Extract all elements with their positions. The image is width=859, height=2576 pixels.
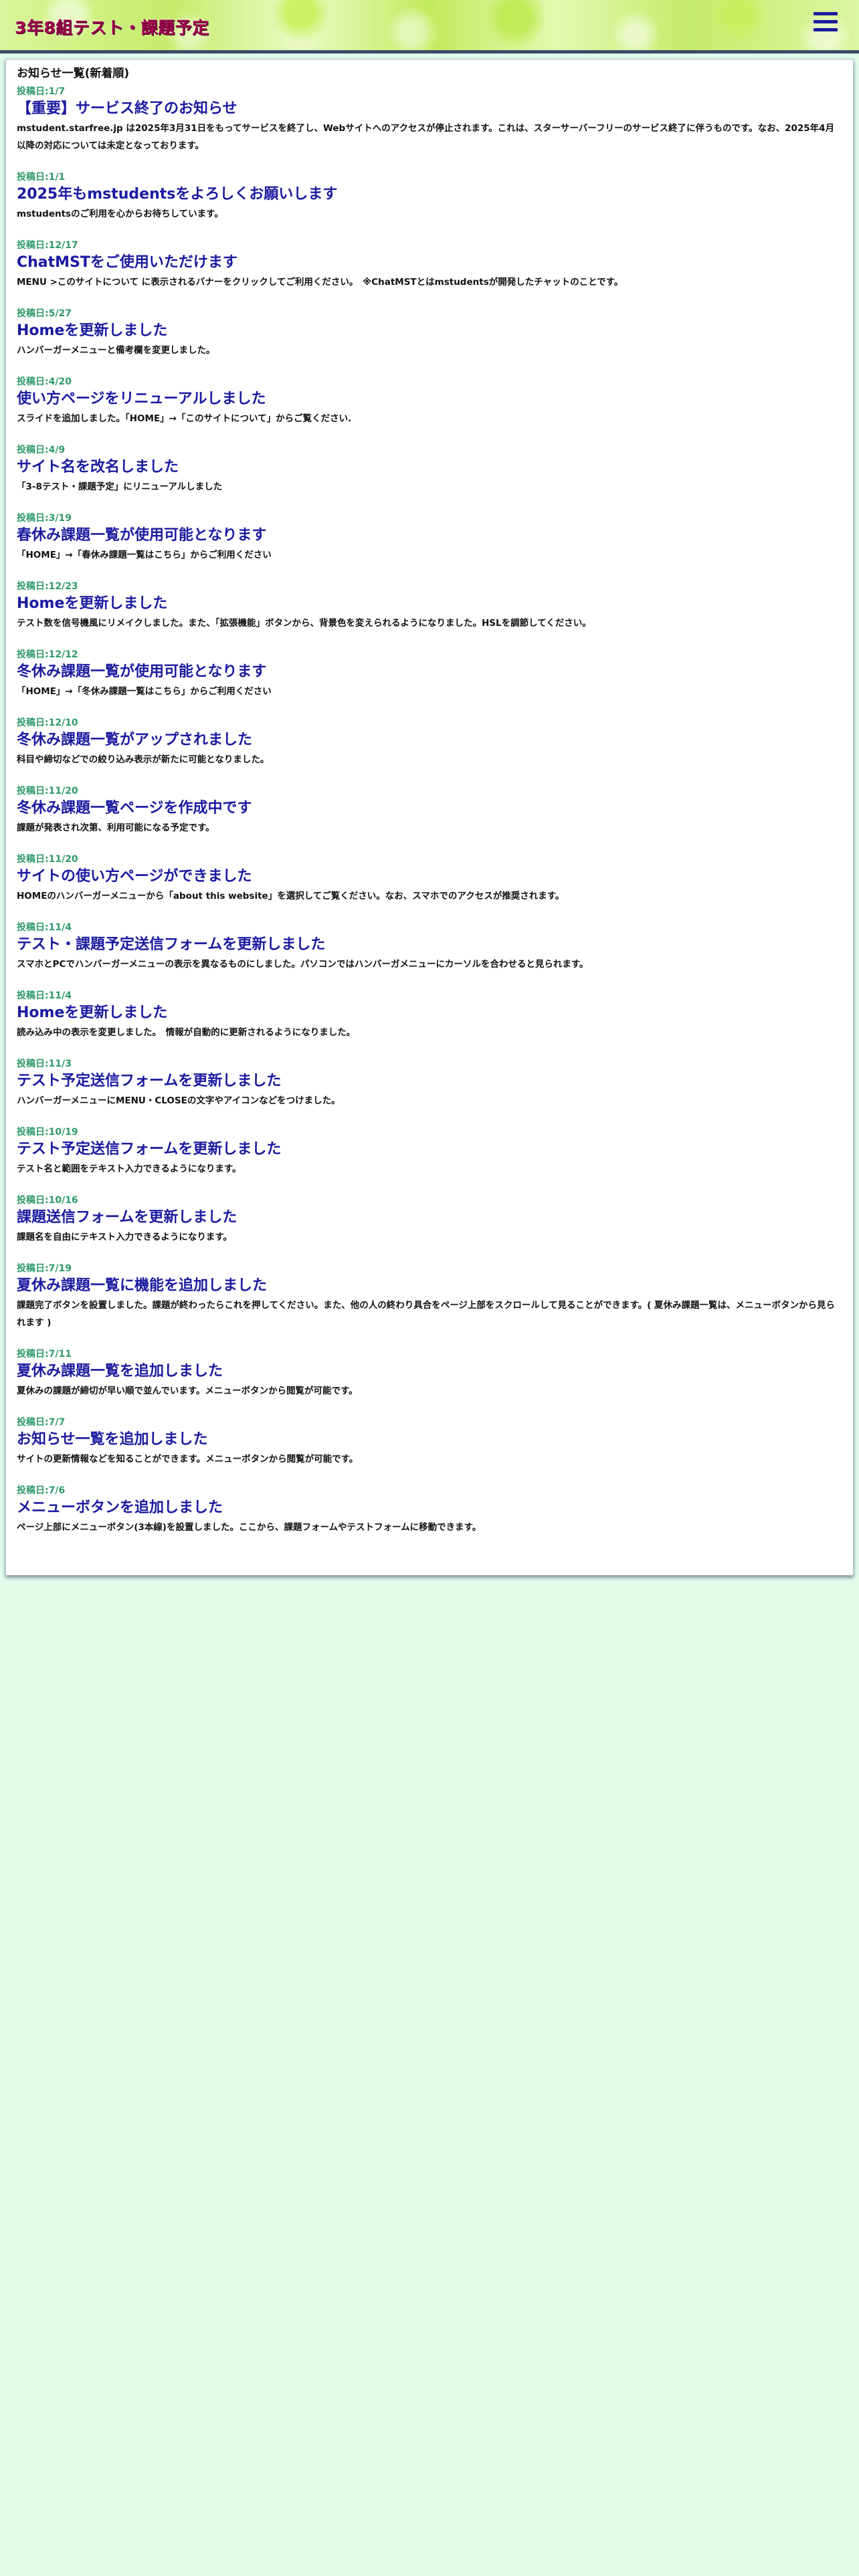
news-date: 投稿日:7/11	[17, 1349, 72, 1360]
news-title: テスト予定送信フォームを更新しました	[17, 1141, 282, 1158]
menu-line	[814, 28, 838, 31]
news-item: 投稿日:11/3 テスト予定送信フォームを更新しましたハンバーガーメニューにMEN…	[17, 1057, 842, 1109]
news-body: 課題が発表され次第、利用可能になる予定です。	[17, 823, 215, 833]
news-body: 「HOME」→「春休み課題一覧はこちら」からご利用ください	[17, 550, 272, 560]
news-date: 投稿日:12/12	[17, 649, 78, 660]
news-title: テスト・課題予定送信フォームを更新しました	[17, 936, 326, 953]
news-body: 夏休みの課題が締切が早い順で並んでいます。メニューボタンから閲覧が可能です。	[17, 1386, 358, 1396]
hamburger-menu-icon[interactable]	[814, 12, 838, 32]
news-date: 投稿日:7/6	[17, 1485, 66, 1496]
news-item: 投稿日:11/4 テスト・課題予定送信フォームを更新しましたスマホとPCでハンバー…	[17, 921, 842, 973]
news-body: MENU >このサイトについて に表示されるバナーをクリックしてご利用ください。…	[17, 277, 624, 288]
news-date: 投稿日:7/7	[17, 1417, 66, 1428]
news-body: 課題完了ボタンを設置しました。課題が終わったらこれを押してください。また、他の人…	[17, 1300, 836, 1328]
news-item: 投稿日:5/27 Homeを更新しましたハンバーガーメニューと備考欄を変更しました…	[17, 307, 842, 359]
news-item: 投稿日:1/1 2025年もmstudentsをよろしくお願いします mstuden…	[17, 171, 842, 223]
news-body: ハンバーガーメニューにMENU・CLOSEの文字やアイコンなどをつけました。	[17, 1095, 341, 1106]
menu-line	[814, 20, 838, 23]
news-body: mstudentsのご利用を心からお待ちしています。	[17, 209, 223, 219]
news-title: Homeを更新しました	[17, 322, 168, 339]
news-item: 投稿日:4/9 サイト名を改名しました「3-8テスト・課題予定」にリニューアルしま…	[17, 443, 842, 496]
news-title: 夏休み課題一覧に機能を追加しました	[17, 1277, 268, 1294]
news-date: 投稿日:12/10	[17, 718, 78, 728]
news-date: 投稿日:11/20	[17, 854, 78, 865]
news-body: HOMEのハンバーガーメニューから「about this website」を選択…	[17, 891, 565, 901]
news-title: お知らせ一覧を追加しました	[17, 1431, 208, 1448]
news-body: 科目や締切などでの絞り込み表示が新たに可能となりました。	[17, 754, 270, 765]
news-item: 投稿日:1/7 【重要】サービス終了のお知らせ mstudent.starfree.…	[17, 85, 842, 154]
news-date: 投稿日:11/20	[17, 786, 78, 796]
news-date: 投稿日:11/4	[17, 990, 72, 1001]
news-title: 春休み課題一覧が使用可能となります	[17, 527, 267, 544]
news-item: 投稿日:12/17 ChatMSTをご使用いただけます MENU >このサイトについ…	[17, 239, 842, 291]
news-title: サイトの使い方ページができました	[17, 868, 252, 885]
news-date: 投稿日:1/7	[17, 86, 66, 97]
news-list: 投稿日:1/7 【重要】サービス終了のお知らせ mstudent.starfree.…	[17, 85, 842, 1536]
news-body: テスト数を信号機風にリメイクしました。また、「拡張機能」ボタンから、背景色を変え…	[17, 618, 591, 629]
news-item: 投稿日:7/19 夏休み課題一覧に機能を追加しました課題完了ボタンを設置しました。…	[17, 1262, 842, 1331]
site-header: 3年8組テスト・課題予定	[0, 0, 859, 53]
news-date: 投稿日:11/4	[17, 922, 72, 933]
site-title: 3年8組テスト・課題予定	[15, 18, 209, 37]
news-item: 投稿日:10/16 課題送信フォームを更新しました課題名を自由にテキスト入力できる…	[17, 1194, 842, 1246]
menu-line	[814, 12, 838, 15]
news-date: 投稿日:10/16	[17, 1195, 78, 1206]
news-item: 投稿日:12/12 冬休み課題一覧が使用可能となります「HOME」→「冬休み課題一…	[17, 648, 842, 700]
news-item: 投稿日:7/6 メニューボタンを追加しましたページ上部にメニューボタン(3本線)を…	[17, 1484, 842, 1536]
news-title: 使い方ページをリニューアルしました	[17, 391, 266, 407]
news-body: 読み込み中の表示を変更しました。 情報が自動的に更新されるようになりました。	[17, 1027, 356, 1038]
news-date: 投稿日:12/23	[17, 581, 78, 592]
news-title: Homeを更新しました	[17, 1004, 168, 1021]
news-item: 投稿日:11/4 Homeを更新しました読み込み中の表示を変更しました。 情報が自…	[17, 989, 842, 1041]
news-item: 投稿日:3/19 春休み課題一覧が使用可能となります「HOME」→「春休み課題一覧…	[17, 512, 842, 564]
news-title: Homeを更新しました	[17, 595, 168, 612]
news-item: 投稿日:11/20 サイトの使い方ページができました HOMEのハンバーガーメニュー…	[17, 853, 842, 905]
news-date: 投稿日:5/27	[17, 308, 72, 319]
news-title: 冬休み課題一覧ページを作成中です	[17, 800, 252, 817]
news-body: 「HOME」→「冬休み課題一覧はこちら」からご利用ください	[17, 686, 272, 697]
news-body: 「3-8テスト・課題予定」にリニューアルしました	[17, 481, 223, 492]
news-date: 投稿日:10/19	[17, 1127, 78, 1138]
news-item: 投稿日:12/10 冬休み課題一覧がアップされました科目や締切などでの絞り込み表示…	[17, 716, 842, 768]
news-title: サイト名を改名しました	[17, 459, 179, 475]
news-body: スマホとPCでハンバーガーメニューの表示を異なるものにしました。パソコンではハン…	[17, 959, 589, 970]
news-date: 投稿日:3/19	[17, 513, 72, 524]
news-title: メニューボタンを追加しました	[17, 1499, 223, 1516]
news-title: 冬休み課題一覧がアップされました	[17, 732, 253, 748]
news-body: mstudent.starfree.jp は2025年3月31日をもってサービス…	[17, 123, 835, 151]
news-title: 課題送信フォームを更新しました	[17, 1209, 237, 1226]
news-title: 2025年もmstudentsをよろしくお願いします	[17, 186, 338, 203]
news-item: 投稿日:12/23 Homeを更新しましたテスト数を信号機風にリメイクしました。ま…	[17, 580, 842, 632]
news-item: 投稿日:7/11 夏休み課題一覧を追加しました夏休みの課題が締切が早い順で並んでい…	[17, 1348, 842, 1400]
news-date: 投稿日:1/1	[17, 172, 66, 183]
news-panel: お知らせ一覧(新着順) 投稿日:1/7 【重要】サービス終了のお知らせ mstude…	[5, 59, 854, 1576]
news-date: 投稿日:12/17	[17, 240, 78, 251]
news-body: サイトの更新情報などを知ることができます。メニューボタンから閲覧が可能です。	[17, 1454, 359, 1465]
news-title: ChatMSTをご使用いただけます	[17, 254, 237, 271]
news-date: 投稿日:4/9	[17, 445, 66, 455]
news-date: 投稿日:4/20	[17, 377, 72, 387]
news-date: 投稿日:7/19	[17, 1263, 72, 1274]
news-item: 投稿日:11/20 冬休み課題一覧ページを作成中です課題が発表され次第、利用可能に…	[17, 784, 842, 837]
news-date: 投稿日:11/3	[17, 1059, 72, 1069]
news-item: 投稿日:10/19 テスト予定送信フォームを更新しましたテスト名と範囲をテキスト入…	[17, 1125, 842, 1178]
news-body: テスト名と範囲をテキスト入力できるようになります。	[17, 1164, 242, 1174]
news-body: ハンバーガーメニューと備考欄を変更しました。	[17, 345, 215, 356]
news-body: スライドを追加しました。「HOME」→「このサイトについて」からご覧ください.	[17, 413, 352, 424]
news-body: 課題名を自由にテキスト入力できるようになります。	[17, 1232, 232, 1243]
news-title: 夏休み課題一覧を追加しました	[17, 1363, 223, 1380]
news-item: 投稿日:7/7 お知らせ一覧を追加しましたサイトの更新情報などを知ることができます…	[17, 1416, 842, 1468]
news-title: テスト予定送信フォームを更新しました	[17, 1073, 282, 1089]
news-body: ページ上部にメニューボタン(3本線)を設置しました。ここから、課題フォームやテス…	[17, 1522, 482, 1533]
news-title: 【重要】サービス終了のお知らせ	[17, 100, 237, 117]
news-item: 投稿日:4/20 使い方ページをリニューアルしましたスライドを追加しました。「HO…	[17, 375, 842, 427]
news-title: 冬休み課題一覧が使用可能となります	[17, 663, 267, 680]
news-heading: お知らせ一覧(新着順)	[17, 67, 130, 80]
